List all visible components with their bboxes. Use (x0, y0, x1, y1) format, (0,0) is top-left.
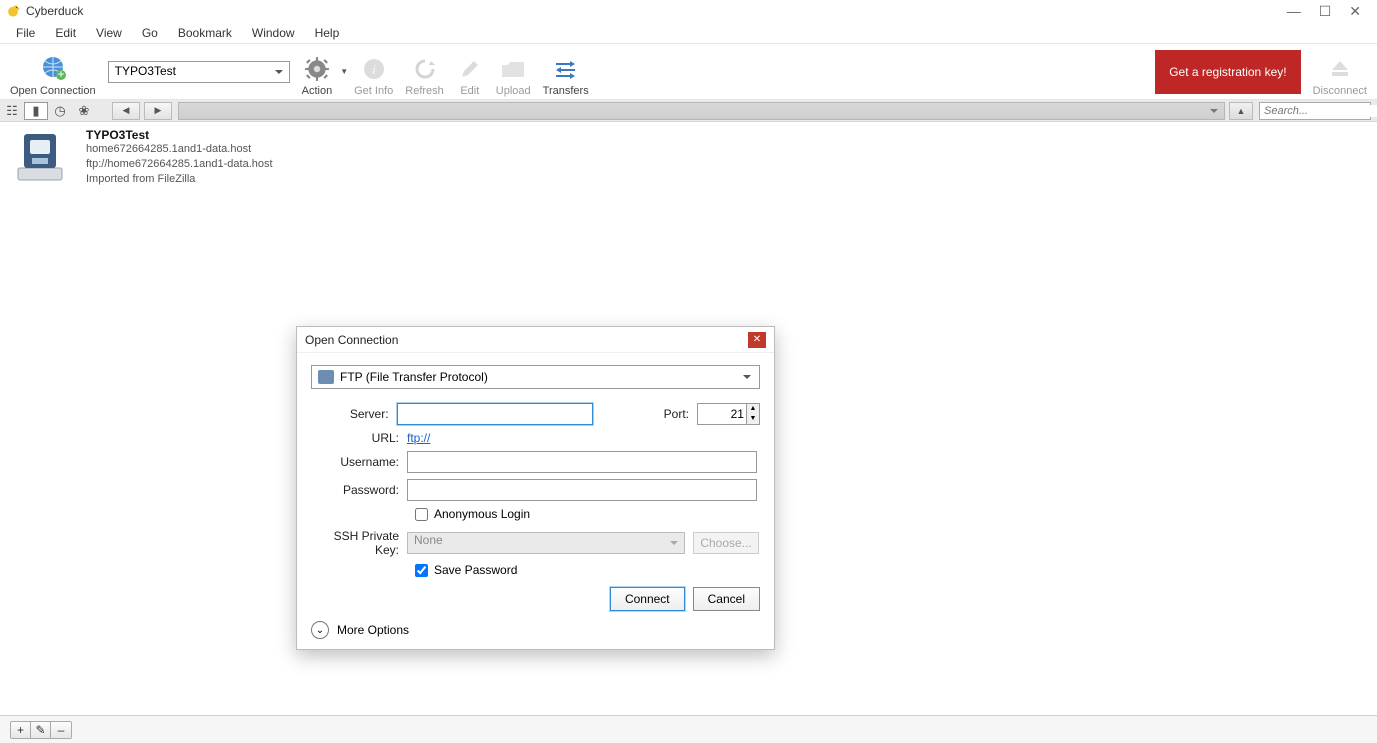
bookmark-host: home672664285.1and1-data.host (86, 142, 273, 157)
svg-text:+: + (57, 67, 64, 81)
drive-icon (10, 128, 70, 184)
menu-window[interactable]: Window (242, 24, 305, 42)
status-bar: + ✎ – (0, 715, 1377, 743)
nav-back-button[interactable]: ◀ (112, 102, 140, 120)
menu-edit[interactable]: Edit (45, 24, 86, 42)
pencil-icon (456, 55, 484, 83)
maximize-button[interactable]: ☐ (1319, 4, 1332, 18)
server-input[interactable] (397, 403, 594, 425)
menu-bookmark[interactable]: Bookmark (168, 24, 242, 42)
url-link[interactable]: ftp:// (407, 431, 430, 445)
window-title: Cyberduck (26, 4, 1287, 18)
remove-bookmark-button[interactable]: – (51, 722, 71, 738)
bookmark-dropdown[interactable]: TYPO3Test (108, 61, 290, 83)
refresh-button[interactable]: Refresh (399, 47, 450, 97)
registration-banner[interactable]: Get a registration key! (1155, 50, 1300, 94)
save-password-label: Save Password (434, 563, 517, 577)
info-icon: i (360, 55, 388, 83)
minimize-button[interactable]: — (1287, 4, 1301, 18)
protocol-dropdown[interactable]: FTP (File Transfer Protocol) (311, 365, 760, 389)
toolbar: + Open Connection TYPO3Test Action ▼ i G… (0, 44, 1377, 100)
anonymous-label: Anonymous Login (434, 507, 530, 521)
menu-go[interactable]: Go (132, 24, 168, 42)
search-field[interactable]: 🔍 (1259, 102, 1371, 120)
action-button[interactable]: Action (296, 47, 339, 97)
disconnect-button[interactable]: Disconnect (1307, 47, 1373, 97)
port-label: Port: (611, 407, 697, 421)
title-bar: Cyberduck — ☐ ✕ (0, 0, 1377, 22)
open-connection-dialog: Open Connection ✕ FTP (File Transfer Pro… (296, 326, 775, 650)
bookmark-view-icon[interactable]: ▮ (24, 102, 48, 120)
nav-forward-button[interactable]: ▶ (144, 102, 172, 120)
transfers-button[interactable]: Transfers (537, 47, 595, 97)
bookmark-title: TYPO3Test (86, 128, 273, 142)
close-button[interactable]: ✕ (1349, 4, 1361, 18)
menu-view[interactable]: View (86, 24, 132, 42)
url-label: URL: (311, 431, 407, 445)
edit-bookmark-button[interactable]: ✎ (31, 722, 51, 738)
outline-view-icon[interactable]: ☷ (0, 102, 24, 120)
sshkey-label: SSH Private Key: (311, 529, 407, 557)
cancel-button[interactable]: Cancel (693, 587, 760, 611)
password-label: Password: (311, 483, 407, 497)
gear-icon (303, 55, 331, 83)
anonymous-checkbox[interactable] (415, 508, 428, 521)
menu-help[interactable]: Help (305, 24, 350, 42)
edit-button[interactable]: Edit (450, 47, 490, 97)
more-options-toggle[interactable]: ⌄ More Options (311, 621, 760, 639)
server-label: Server: (311, 407, 397, 421)
menu-bar: File Edit View Go Bookmark Window Help (0, 22, 1377, 44)
port-input[interactable] (697, 403, 747, 425)
port-spinner[interactable]: ▲▼ (747, 403, 760, 425)
username-label: Username: (311, 455, 407, 469)
chevron-down-icon: ⌄ (311, 621, 329, 639)
globe-icon: + (39, 55, 67, 83)
search-input[interactable] (1264, 105, 1377, 117)
password-input[interactable] (407, 479, 757, 501)
svg-text:i: i (372, 63, 375, 77)
refresh-icon (411, 55, 439, 83)
choose-button: Choose... (693, 532, 759, 554)
transfers-icon (552, 55, 580, 83)
sshkey-dropdown: None (407, 532, 685, 554)
bonjour-view-icon[interactable]: ❀ (72, 102, 96, 120)
menu-file[interactable]: File (6, 24, 45, 42)
path-dropdown[interactable] (178, 102, 1225, 120)
view-toolbar: ☷ ▮ ◷ ❀ ◀ ▶ ▲ 🔍 (0, 100, 1377, 122)
connect-button[interactable]: Connect (610, 587, 685, 611)
username-input[interactable] (407, 451, 757, 473)
add-bookmark-button[interactable]: + (11, 722, 31, 738)
chevron-down-icon[interactable]: ▼ (340, 67, 348, 76)
upload-button[interactable]: Upload (490, 47, 537, 97)
open-connection-button[interactable]: + Open Connection (4, 47, 102, 97)
bookmark-row[interactable]: TYPO3Test home672664285.1and1-data.host … (0, 122, 1377, 193)
ftp-icon (318, 370, 334, 384)
bookmark-imported: Imported from FileZilla (86, 172, 273, 187)
app-icon (6, 4, 20, 18)
up-button[interactable]: ▲ (1229, 102, 1253, 120)
get-info-button[interactable]: i Get Info (348, 47, 399, 97)
dialog-close-button[interactable]: ✕ (748, 332, 766, 348)
content-area: TYPO3Test home672664285.1and1-data.host … (0, 122, 1377, 715)
history-view-icon[interactable]: ◷ (48, 102, 72, 120)
upload-icon (499, 55, 527, 83)
save-password-checkbox[interactable] (415, 564, 428, 577)
eject-icon (1326, 55, 1354, 83)
dialog-title: Open Connection (305, 333, 748, 347)
bookmark-url: ftp://home672664285.1and1-data.host (86, 157, 273, 172)
